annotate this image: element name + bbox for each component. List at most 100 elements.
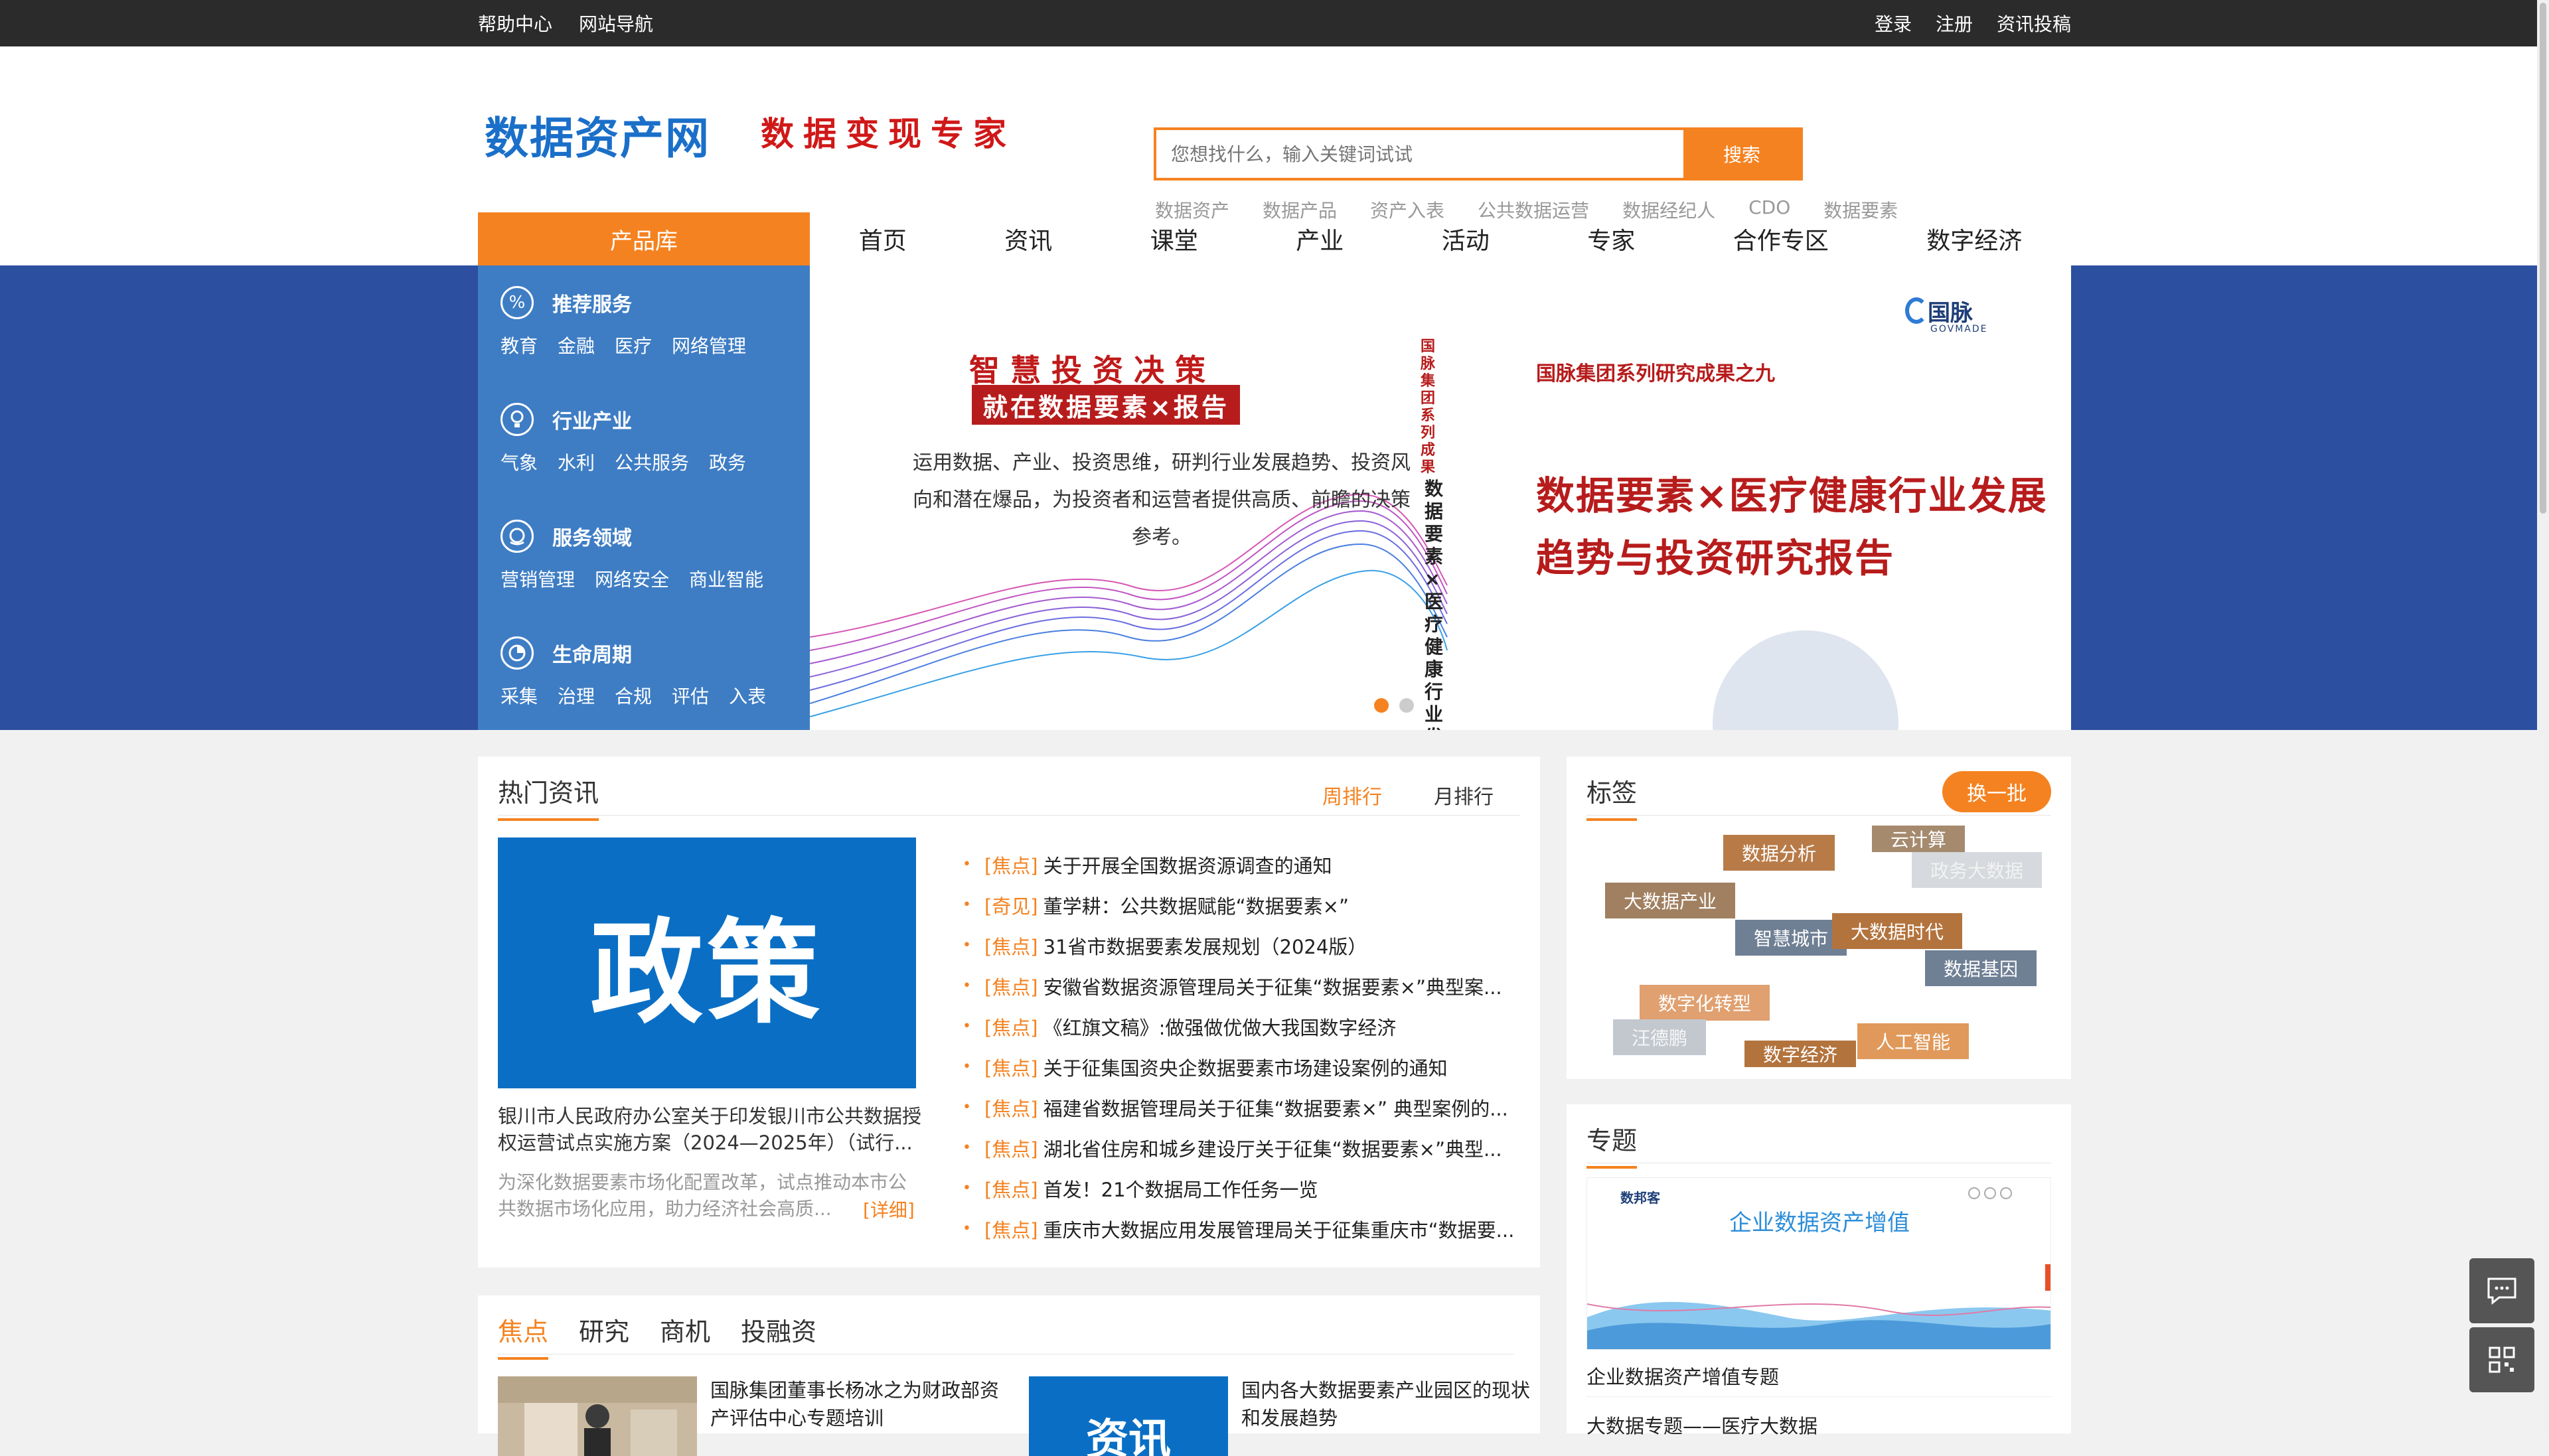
news-title[interactable]: 安徽省数据资源管理局关于征集“数据要素×”典型案... bbox=[1043, 972, 1502, 1000]
search-input[interactable] bbox=[1156, 130, 1683, 178]
tag[interactable]: 云计算 bbox=[1872, 826, 1966, 852]
tab-investment[interactable]: 投融资 bbox=[741, 1311, 816, 1360]
tab-monthly[interactable]: 月排行 bbox=[1434, 780, 1494, 810]
tag[interactable]: 大数据产业 bbox=[1605, 883, 1736, 918]
menu-link[interactable]: 评估 bbox=[672, 682, 709, 709]
carousel-dot[interactable] bbox=[1374, 698, 1389, 713]
nav-classroom[interactable]: 课堂 bbox=[1150, 222, 1198, 256]
menu-link[interactable]: 公共服务 bbox=[615, 449, 689, 475]
news-title[interactable]: 《红旗文稿》:做强做优做大我国数字经济 bbox=[1043, 1013, 1397, 1041]
news-item[interactable]: • [焦点] 安徽省数据资源管理局关于征集“数据要素×”典型案... bbox=[963, 966, 1520, 1006]
tag[interactable]: 数字化转型 bbox=[1640, 985, 1770, 1021]
focus-panel: 焦点 研究 商机 投融资 国脉集团董事长杨冰之为财政部资产评估中心专题培训 资讯… bbox=[478, 1295, 1540, 1456]
menu-group-title[interactable]: 服务领域 bbox=[552, 522, 632, 551]
news-item[interactable]: • [焦点] 关于征集国资央企数据要素市场建设案例的通知 bbox=[963, 1047, 1520, 1087]
focus-item-photo[interactable] bbox=[498, 1376, 697, 1456]
focus-item-title[interactable]: 国内各大数据要素产业园区的现状和发展趋势 bbox=[1241, 1376, 1533, 1432]
topic-panel: 专题 数邦客 企业数据资产增值 企业数据资产增值专题 大数据专题——医疗大数据 bbox=[1567, 1104, 2071, 1437]
menu-link[interactable]: 医疗 bbox=[615, 332, 652, 358]
detail-link[interactable]: [详细] bbox=[863, 1196, 915, 1222]
tag[interactable]: 数字经济 bbox=[1744, 1041, 1857, 1067]
news-title[interactable]: 首发！21个数据局工作任务一览 bbox=[1043, 1175, 1318, 1202]
news-item[interactable]: • [焦点] 湖北省住房和城乡建设厅关于征集“数据要素×”典型... bbox=[963, 1128, 1520, 1168]
menu-link[interactable]: 治理 bbox=[558, 682, 595, 709]
menu-link[interactable]: 营销管理 bbox=[501, 565, 575, 592]
menu-link[interactable]: 气象 bbox=[501, 449, 538, 475]
nav-cooperation[interactable]: 合作专区 bbox=[1733, 222, 1829, 256]
tag[interactable]: 大数据时代 bbox=[1832, 913, 1963, 949]
login-link[interactable]: 登录 bbox=[1875, 10, 1912, 36]
news-title[interactable]: 湖北省住房和城乡建设厅关于征集“数据要素×”典型... bbox=[1043, 1134, 1502, 1162]
menu-group-title[interactable]: 行业产业 bbox=[552, 405, 632, 434]
menu-link[interactable]: 水利 bbox=[558, 449, 595, 475]
menu-link[interactable]: 网络管理 bbox=[672, 332, 746, 358]
nav-news[interactable]: 资讯 bbox=[1004, 222, 1052, 256]
register-link[interactable]: 注册 bbox=[1936, 10, 1973, 36]
focus-item-title[interactable]: 国脉集团董事长杨冰之为财政部资产评估中心专题培训 bbox=[710, 1376, 1002, 1432]
site-logo[interactable]: 数据资产网 bbox=[485, 103, 710, 167]
news-item[interactable]: • [焦点] 31省市数据要素发展规划（2024版） bbox=[963, 925, 1520, 966]
news-item[interactable]: • [焦点] 重庆市大数据应用发展管理局关于征集重庆市“数据要... bbox=[963, 1208, 1520, 1249]
news-item[interactable]: • [焦点] 关于开展全国数据资源调查的通知 bbox=[963, 844, 1520, 885]
nav-experts[interactable]: 专家 bbox=[1587, 222, 1635, 256]
menu-link[interactable]: 采集 bbox=[501, 682, 538, 709]
menu-link[interactable]: 合规 bbox=[615, 682, 652, 709]
qr-code-button[interactable] bbox=[2469, 1327, 2534, 1392]
chat-button[interactable] bbox=[2469, 1258, 2534, 1323]
hot-news-caption[interactable]: 银川市人民政府办公室关于印发银川市公共数据授权运营试点实施方案（2024—202… bbox=[498, 1103, 923, 1156]
topic-caption[interactable]: 大数据专题——医疗大数据 bbox=[1586, 1411, 1817, 1439]
menu-link[interactable]: 金融 bbox=[558, 332, 595, 358]
banner-carousel[interactable]: 国脉 GOVMADE 智慧投资决策 就在数据要素×报告 运用数据、产业、投资思维… bbox=[810, 265, 2071, 730]
nav-events[interactable]: 活动 bbox=[1442, 222, 1490, 256]
tag[interactable]: 汪德鹏 bbox=[1613, 1019, 1707, 1055]
news-item[interactable]: • [焦点] 《红旗文稿》:做强做优做大我国数字经济 bbox=[963, 1006, 1520, 1047]
news-item[interactable]: • [焦点] 首发！21个数据局工作任务一览 bbox=[963, 1168, 1520, 1208]
menu-group-title[interactable]: 生命周期 bbox=[552, 638, 632, 668]
menu-link[interactable]: 入表 bbox=[729, 682, 766, 709]
nav-home[interactable]: 首页 bbox=[859, 222, 907, 256]
menu-group-title[interactable]: 推荐服务 bbox=[552, 288, 632, 317]
page-scrollbar[interactable] bbox=[2537, 0, 2549, 1433]
news-item[interactable]: • [焦点] 福建省数据管理局关于征集“数据要素×” 典型案例的... bbox=[963, 1087, 1520, 1128]
news-title[interactable]: 董学耕：公共数据赋能“数据要素×” bbox=[1043, 891, 1349, 919]
menu-link[interactable]: 商业智能 bbox=[689, 565, 763, 592]
nav-digital-economy[interactable]: 数字经济 bbox=[1926, 222, 2022, 256]
nav-industry[interactable]: 产业 bbox=[1296, 222, 1344, 256]
menu-link[interactable]: 政务 bbox=[709, 449, 746, 475]
tab-business[interactable]: 商机 bbox=[660, 1311, 710, 1360]
search-button[interactable]: 搜索 bbox=[1683, 130, 1800, 178]
tab-weekly[interactable]: 周排行 bbox=[1322, 780, 1382, 810]
tag[interactable]: 智慧城市 bbox=[1735, 920, 1847, 956]
menu-link[interactable]: 网络安全 bbox=[595, 565, 669, 592]
site-nav-link[interactable]: 网站导航 bbox=[579, 10, 653, 36]
banner-vertical-label: 国脉集团系列成果 bbox=[1421, 338, 1436, 476]
nav-product-library[interactable]: 产品库 bbox=[478, 212, 810, 265]
topic-image-brand: 数邦客 bbox=[1620, 1190, 1660, 1206]
focus-item-photo[interactable]: 资讯 bbox=[1029, 1376, 1228, 1456]
topic-caption[interactable]: 企业数据资产增值专题 bbox=[1586, 1362, 1779, 1390]
menu-link[interactable]: 教育 bbox=[501, 332, 538, 358]
bullet-icon: • bbox=[963, 937, 971, 954]
news-title[interactable]: 关于征集国资央企数据要素市场建设案例的通知 bbox=[1043, 1053, 1448, 1081]
topic-image[interactable]: 数邦客 企业数据资产增值 bbox=[1586, 1177, 2051, 1350]
news-title[interactable]: 31省市数据要素发展规划（2024版） bbox=[1043, 932, 1367, 960]
news-title[interactable]: 福建省数据管理局关于征集“数据要素×” 典型案例的... bbox=[1043, 1094, 1508, 1122]
tag[interactable]: 人工智能 bbox=[1857, 1023, 1970, 1059]
submit-news-link[interactable]: 资讯投稿 bbox=[1997, 10, 2071, 36]
carousel-dot[interactable] bbox=[1399, 698, 1414, 713]
tags-panel: 标签 换一批 数据分析 云计算 政务大数据 大数据产业 智慧城市 大数据时代 数… bbox=[1567, 757, 2071, 1079]
tab-research[interactable]: 研究 bbox=[579, 1311, 629, 1360]
news-category: [焦点] bbox=[984, 1137, 1038, 1161]
bullet-icon: • bbox=[963, 1220, 971, 1237]
tag[interactable]: 数据基因 bbox=[1925, 950, 2037, 986]
news-item[interactable]: • [奇见] 董学耕：公共数据赋能“数据要素×” bbox=[963, 885, 1520, 925]
tag[interactable]: 政务大数据 bbox=[1912, 852, 2043, 888]
tag[interactable]: 数据分析 bbox=[1723, 835, 1835, 871]
tab-focus[interactable]: 焦点 bbox=[498, 1311, 549, 1360]
help-center-link[interactable]: 帮助中心 bbox=[478, 10, 552, 36]
news-title[interactable]: 关于开展全国数据资源调查的通知 bbox=[1043, 851, 1332, 879]
refresh-tags-button[interactable]: 换一批 bbox=[1942, 771, 2051, 812]
scrollbar-thumb[interactable] bbox=[2540, 3, 2546, 514]
news-title[interactable]: 重庆市大数据应用发展管理局关于征集重庆市“数据要... bbox=[1043, 1215, 1515, 1243]
hot-news-image[interactable]: 政策 bbox=[498, 837, 916, 1088]
